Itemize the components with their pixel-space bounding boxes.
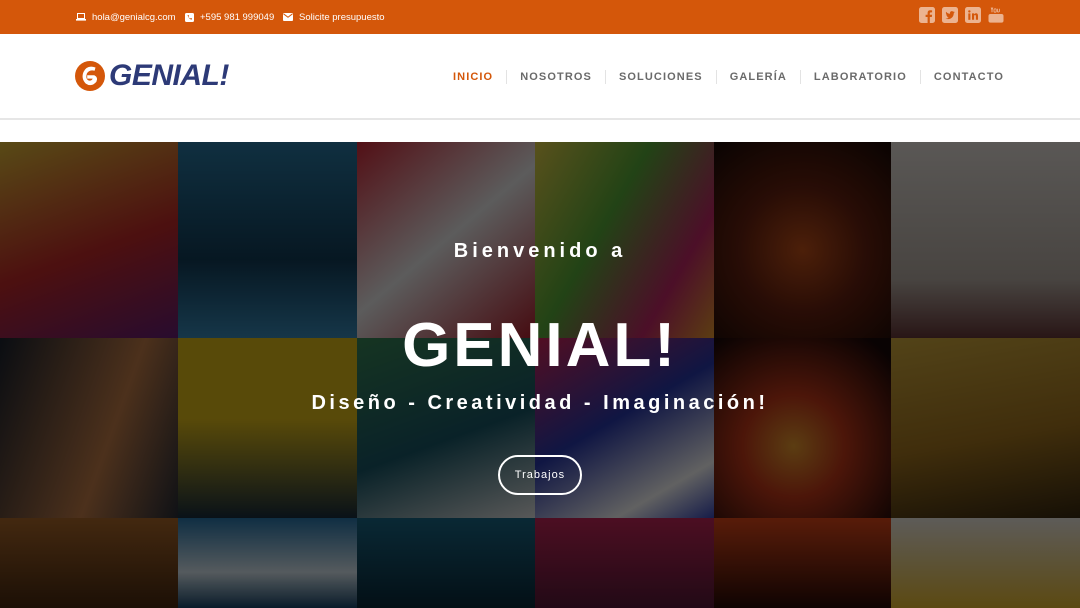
main-nav: INICIO NOSOTROS SOLUCIONES GALERÍA LABOR… xyxy=(440,34,1004,120)
phone-icon xyxy=(185,12,194,22)
nav-item-galeria[interactable]: GALERÍA xyxy=(717,70,801,84)
youtube-icon[interactable] xyxy=(988,7,1004,23)
site-header: GENIAL! INICIO NOSOTROS SOLUCIONES GALER… xyxy=(0,34,1080,120)
email-text: hola@genialcg.com xyxy=(92,11,176,23)
nav-item-nosotros[interactable]: NOSOTROS xyxy=(507,70,606,84)
site-logo[interactable]: GENIAL! xyxy=(74,59,229,93)
phone-text: +595 981 999049 xyxy=(200,11,275,23)
quote-link[interactable]: Solicite presupuesto xyxy=(283,0,385,34)
logo-text: GENIAL! xyxy=(109,59,229,92)
phone-link[interactable]: +595 981 999049 xyxy=(185,0,274,34)
facebook-icon[interactable] xyxy=(919,7,935,23)
laptop-icon xyxy=(76,13,86,21)
nav-item-laboratorio[interactable]: LABORATORIO xyxy=(801,70,921,84)
top-bar: hola@genialcg.com +595 981 999049 Solici… xyxy=(0,0,1080,34)
linkedin-icon[interactable] xyxy=(965,7,981,23)
hero-welcome: Bienvenido a xyxy=(453,240,627,262)
logo-mark-icon xyxy=(75,61,105,91)
email-link[interactable]: hola@genialcg.com xyxy=(76,0,176,34)
trabajos-button[interactable]: Trabajos xyxy=(498,455,582,495)
social-links xyxy=(919,7,1004,23)
nav-item-soluciones[interactable]: SOLUCIONES xyxy=(606,70,717,84)
hero-section: Bienvenido a GENIAL! Diseño - Creativida… xyxy=(0,142,1080,608)
nav-item-inicio[interactable]: INICIO xyxy=(440,70,508,84)
hero-title: GENIAL! xyxy=(402,311,678,380)
quote-text: Solicite presupuesto xyxy=(299,11,385,23)
hero-tagline: Diseño - Creatividad - Imaginación! xyxy=(311,392,769,414)
envelope-icon xyxy=(283,13,293,21)
nav-item-contacto[interactable]: CONTACTO xyxy=(921,70,1004,84)
twitter-icon[interactable] xyxy=(942,7,958,23)
